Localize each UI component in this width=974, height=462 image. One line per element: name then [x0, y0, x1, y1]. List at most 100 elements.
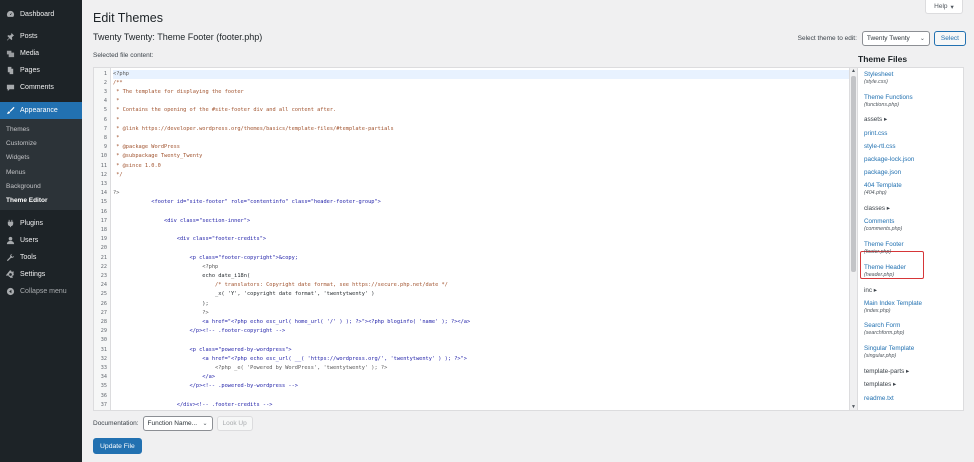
submenu-item-widgets[interactable]: Widgets [0, 151, 82, 165]
sidebar-item-settings[interactable]: Settings [0, 266, 82, 283]
code-line[interactable]: <?php [113, 69, 849, 79]
sidebar-item-media[interactable]: Media [0, 45, 82, 62]
sidebar-item-comments[interactable]: Comments [0, 79, 82, 96]
code-line[interactable]: <p class="footer-copyright">&copy; [113, 254, 298, 263]
theme-file-item[interactable]: Theme Header (header.php) [864, 264, 906, 278]
theme-file-item[interactable]: style-rtl.css [864, 143, 896, 150]
code-line[interactable]: * @since 1.0.0 [113, 162, 161, 171]
sidebar-item-dashboard[interactable]: Dashboard [0, 6, 82, 23]
code-line[interactable]: * The template for displaying the footer [113, 88, 244, 97]
theme-file-item[interactable]: readme.txt [864, 395, 894, 402]
line-number: 24 [100, 282, 107, 289]
code-line[interactable]: * @package WordPress [113, 143, 180, 152]
scroll-up-icon[interactable]: ▲ [851, 68, 856, 74]
file-path: (index.php) [864, 308, 891, 314]
file-name: template-parts ▸ [864, 368, 910, 375]
chevron-down-icon: ⌄ [919, 36, 925, 42]
code-line[interactable]: </div><!-- .footer-credits --> [113, 401, 273, 410]
line-number: 1 [103, 70, 107, 77]
code-line[interactable]: _x( 'Y', 'copyright date format', 'twent… [113, 290, 374, 299]
line-number: 36 [100, 392, 107, 399]
code-line[interactable]: <div class="section-inner"> [113, 217, 250, 226]
selected-file-label: Selected file content: [93, 52, 154, 59]
code-line[interactable]: </p><!-- .powered-by-wordpress --> [113, 382, 298, 391]
help-tab-button[interactable]: Help ▾ [925, 0, 963, 14]
sidebar-item-appearance[interactable]: Appearance [0, 102, 82, 119]
code-line[interactable]: <?php [113, 263, 218, 272]
theme-folder-item[interactable]: template-parts ▸ [864, 368, 909, 375]
theme-folder-item[interactable]: classes ▸ [864, 205, 890, 212]
theme-folder-item[interactable]: templates ▸ [864, 381, 896, 388]
theme-file-item[interactable]: 404 Template (404.php) [864, 182, 902, 196]
code-line[interactable]: */ [113, 171, 122, 180]
line-number: 7 [103, 125, 107, 132]
theme-file-item[interactable]: Theme Footer (footer.php) [864, 241, 904, 255]
code-line[interactable]: * Contains the opening of the #site-foot… [113, 106, 336, 115]
collapse-menu-button[interactable]: Collapse menu [0, 283, 82, 300]
help-label: Help [934, 3, 948, 10]
update-file-button[interactable]: Update File [93, 438, 142, 454]
code-line[interactable]: <footer id="site-footer" role="contentin… [113, 198, 381, 207]
code-line[interactable]: </p><!-- .footer-copyright --> [113, 327, 286, 336]
code-line[interactable]: <a href="<?php echo esc_url( home_url( '… [113, 318, 470, 327]
code-line[interactable]: * @subpackage Twenty_Twenty [113, 152, 202, 161]
scroll-down-icon[interactable]: ▼ [851, 404, 856, 410]
theme-folder-item[interactable]: inc ▸ [864, 287, 877, 294]
submenu-item-customize[interactable]: Customize [0, 136, 82, 150]
code-line[interactable]: /** [113, 79, 123, 88]
theme-file-item[interactable]: package-lock.json [864, 156, 914, 163]
line-number: 28 [100, 318, 107, 325]
theme-file-item[interactable]: Singular Template (singular.php) [864, 345, 914, 359]
code-line[interactable]: * [113, 116, 119, 125]
file-name: classes ▸ [864, 205, 890, 212]
file-name: assets ▸ [864, 116, 888, 123]
code-line[interactable]: <p class="powered-by-wordpress"> [113, 346, 292, 355]
code-line[interactable]: * @link https://developer.wordpress.org/… [113, 125, 393, 134]
sidebar-item-tools[interactable]: Tools [0, 249, 82, 266]
select-theme-button[interactable]: Select [933, 31, 966, 46]
look-up-button[interactable]: Look Up [216, 416, 253, 431]
submenu-item-themes[interactable]: Themes [0, 122, 82, 136]
line-number: 5 [103, 107, 107, 114]
code-line[interactable]: /* translators: Copyright date format, s… [113, 281, 448, 290]
code-line[interactable]: echo date_i18n( [113, 272, 250, 281]
theme-file-item[interactable]: print.css [864, 130, 887, 137]
code-line[interactable]: * [113, 97, 119, 106]
sidebar-item-users[interactable]: Users [0, 232, 82, 249]
submenu-item-theme-editor[interactable]: Theme Editor [0, 193, 82, 207]
code-editor[interactable]: 1 2 3 4 5 6 7 8 9 10 11 12 13 14 15 16 17 18 19 20 21 22 23 24 2… [93, 67, 858, 411]
file-name: Theme Header [864, 264, 906, 271]
scrollbar-thumb[interactable] [851, 76, 856, 272]
function-name-select[interactable]: Function Name... ⌄ [142, 416, 213, 431]
file-path: (404.php) [864, 190, 887, 196]
file-name: style-rtl.css [864, 143, 896, 150]
code-line[interactable]: <div class="footer-credits"> [113, 235, 266, 244]
code-line[interactable]: <a href="<?php echo esc_url( __( 'https:… [113, 355, 467, 364]
sidebar-item-pages[interactable]: Pages [0, 62, 82, 79]
sidebar-item-posts[interactable]: Posts [0, 28, 82, 45]
code-line[interactable]: * [113, 134, 119, 143]
sidebar-item-plugins[interactable]: Plugins [0, 215, 82, 232]
theme-folder-item[interactable]: assets ▸ [864, 116, 887, 123]
theme-file-item[interactable]: Main Index Template (index.php) [864, 300, 922, 314]
theme-file-item[interactable]: package.json [864, 169, 901, 176]
theme-file-item[interactable]: Theme Functions (functions.php) [864, 94, 913, 108]
submenu-item-menus[interactable]: Menus [0, 165, 82, 179]
code-area[interactable]: <?php/** * The template for displaying t… [113, 68, 849, 410]
line-number: 15 [100, 199, 107, 206]
code-line[interactable]: ?> [113, 189, 119, 198]
code-line[interactable]: </a> [113, 373, 215, 382]
theme-file-item[interactable]: Stylesheet (style.css) [864, 71, 893, 85]
code-line[interactable]: <?php _e( 'Powered by WordPress', 'twent… [113, 364, 387, 373]
code-line[interactable]: ?> [113, 309, 208, 318]
theme-select[interactable]: Twenty Twenty ⌄ [861, 31, 930, 46]
theme-file-item[interactable]: Search Form (searchform.php) [864, 322, 904, 336]
code-line[interactable]: ); [113, 300, 208, 309]
editor-scrollbar[interactable]: ▲ ▼ [849, 68, 857, 410]
submenu-item-background[interactable]: Background [0, 179, 82, 193]
theme-files-title: Theme Files [858, 54, 908, 64]
line-number: 4 [103, 98, 107, 105]
theme-file-item[interactable]: Comments (comments.php) [864, 218, 902, 232]
main-content: Help ▾ Edit Themes Twenty Twenty: Theme … [82, 0, 974, 462]
line-number: 11 [100, 162, 107, 169]
